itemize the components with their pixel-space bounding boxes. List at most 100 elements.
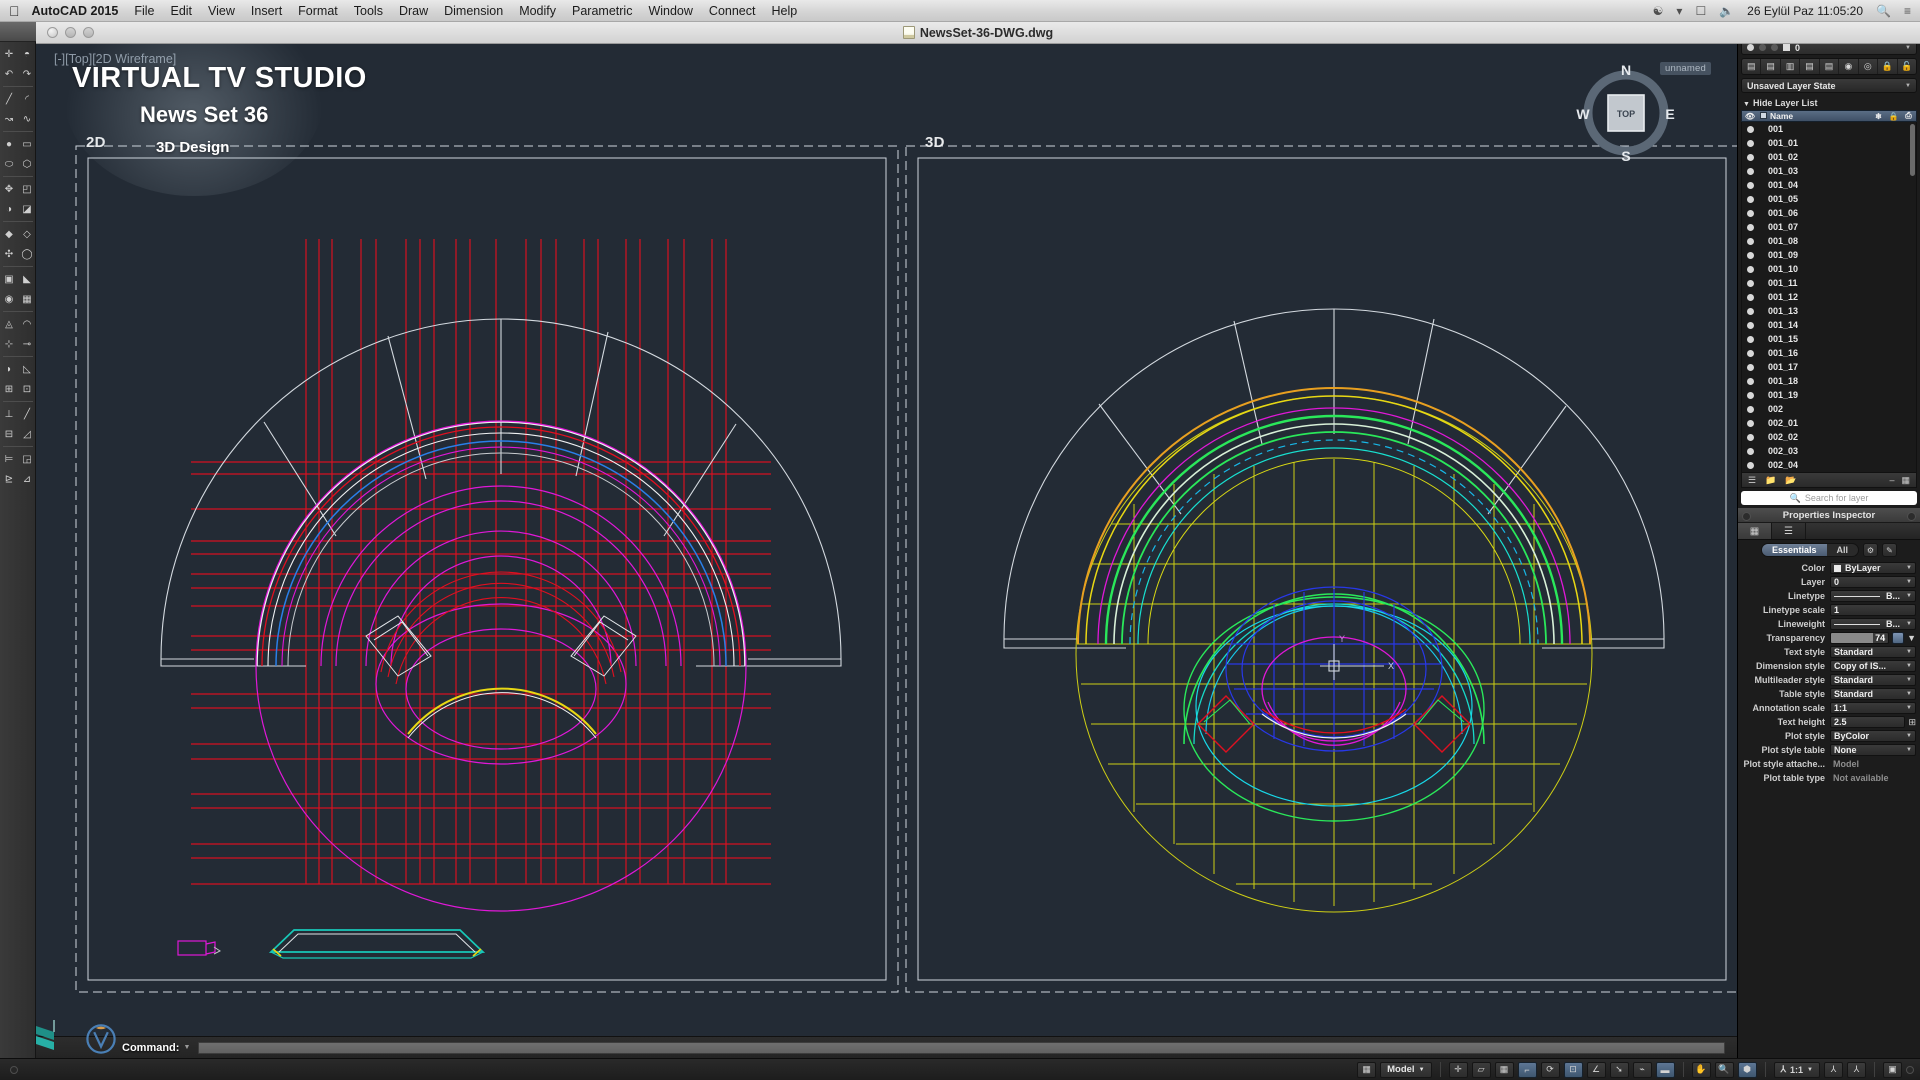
menu-modify[interactable]: Modify <box>519 4 556 18</box>
quick-select-icon[interactable]: ⚙ <box>1863 543 1878 557</box>
layer-visibility-toggle[interactable] <box>1747 168 1754 175</box>
snowflake-icon[interactable] <box>1771 44 1778 51</box>
table-row[interactable]: 001_14 <box>1742 318 1916 332</box>
layer-list-footer[interactable]: ☰ 📁 📂 – ▦ <box>1741 472 1917 488</box>
table-row[interactable]: 002_01 <box>1742 416 1916 430</box>
layer-visibility-toggle[interactable] <box>1747 378 1754 385</box>
table-row[interactable]: 001_18 <box>1742 374 1916 388</box>
drawing-canvas[interactable]: [-][Top][2D Wireframe] <box>36 44 1737 1036</box>
layer-visibility-toggle[interactable] <box>1747 420 1754 427</box>
layer-list[interactable]: 001001_01001_02001_03001_04001_05001_060… <box>1741 122 1917 472</box>
polar-icon[interactable]: ⟳ <box>1541 1062 1560 1078</box>
layer-visibility-toggle[interactable] <box>1747 140 1754 147</box>
menu-edit[interactable]: Edit <box>170 4 192 18</box>
array-icon[interactable]: ▦ <box>18 289 36 309</box>
table-row[interactable]: 001_17 <box>1742 360 1916 374</box>
table-row[interactable]: 002_03 <box>1742 444 1916 458</box>
layer-visibility-toggle[interactable] <box>1747 462 1754 469</box>
menu-insert[interactable]: Insert <box>251 4 282 18</box>
eye-icon[interactable]: 👁 <box>1742 112 1758 121</box>
group-icon[interactable]: 📁 <box>1765 475 1776 486</box>
line-icon[interactable]: ╱ <box>0 89 18 109</box>
offset-icon[interactable]: ◠ <box>18 314 36 334</box>
layer-visibility-toggle[interactable] <box>1747 266 1754 273</box>
pick-point-icon[interactable]: ✎ <box>1882 543 1897 557</box>
property-value[interactable]: ByLayer▼ <box>1830 562 1916 574</box>
move-icon[interactable]: ✣ <box>0 244 18 264</box>
menu-format[interactable]: Format <box>298 4 338 18</box>
properties-tab[interactable]: ▦ <box>1738 523 1772 539</box>
group-filter-icon[interactable]: 📂 <box>1785 475 1796 486</box>
layer-properties-icon[interactable]: ▤ <box>1742 59 1761 74</box>
layer-visibility-toggle[interactable] <box>1747 154 1754 161</box>
layer-visibility-toggle[interactable] <box>1747 406 1754 413</box>
sphere-icon[interactable]: ◉ <box>0 289 18 309</box>
color-swatch-icon[interactable] <box>1783 44 1790 51</box>
layer-list-scrollbar[interactable] <box>1910 124 1915 176</box>
pan-icon[interactable]: ◓ <box>18 44 36 64</box>
layer-search-field[interactable]: 🔍 Search for layer <box>1741 491 1917 505</box>
property-value[interactable]: ByColor▼ <box>1830 730 1916 742</box>
ellipse-icon[interactable]: ⬭ <box>0 154 18 174</box>
transparency-slider[interactable]: 74 <box>1830 632 1889 644</box>
table-row[interactable]: 001 <box>1742 122 1916 136</box>
property-value[interactable]: B...▼ <box>1830 590 1916 602</box>
table-row[interactable]: 001_04 <box>1742 178 1916 192</box>
otrack-icon[interactable]: ∠ <box>1587 1062 1606 1078</box>
mtext-icon[interactable]: ◲ <box>18 449 36 469</box>
left-toolbar[interactable]: ✛◓↶↷╱◜↝∿●▭⬭⬡✥◰◑◪◆◇✣◯▣◣◉▦◬◠⊹⊸◗◺⊞⊡⊥╱⊟◿⊨◲⊵⊿ <box>0 22 36 1080</box>
layer-visibility-toggle[interactable] <box>1747 224 1754 231</box>
rectangle-icon[interactable]: ▭ <box>18 134 36 154</box>
segment-all[interactable]: All <box>1827 544 1859 556</box>
redo-icon[interactable]: ↷ <box>18 64 36 84</box>
property-value[interactable]: B...▼ <box>1830 618 1916 630</box>
lineweight-icon[interactable]: ▬ <box>1656 1062 1675 1078</box>
list-icon[interactable]: ≡ <box>1904 4 1911 18</box>
table-row[interactable]: 001_06 <box>1742 206 1916 220</box>
transparency-picker-button[interactable] <box>1892 632 1904 644</box>
table-row[interactable]: 002_02 <box>1742 430 1916 444</box>
bluetooth-icon[interactable]: ☯ <box>1653 4 1664 18</box>
table-row[interactable]: 001_11 <box>1742 276 1916 290</box>
orbit-icon[interactable]: ⬢ <box>1738 1062 1757 1078</box>
table-row[interactable]: 001_02 <box>1742 150 1916 164</box>
chamfer-icon[interactable]: ◺ <box>18 359 36 379</box>
chevron-down-icon[interactable]: ▼ <box>1905 45 1911 51</box>
hide-layer-list-toggle[interactable]: ▼Hide Layer List <box>1738 96 1920 110</box>
layer-visibility-toggle[interactable] <box>1747 238 1754 245</box>
wedge-icon[interactable]: ◣ <box>18 269 36 289</box>
annotation-visibility-icon[interactable]: ⅄ <box>1824 1062 1843 1078</box>
table-row[interactable]: 001_15 <box>1742 332 1916 346</box>
chevron-down-icon[interactable]: ▼ <box>1906 621 1912 627</box>
ortho-icon[interactable]: ⌐ <box>1518 1062 1537 1078</box>
table-row[interactable]: 002_04 <box>1742 458 1916 472</box>
layer-visibility-toggle[interactable] <box>1747 252 1754 259</box>
layer-manager-icon[interactable]: ☰ <box>1748 475 1756 486</box>
chevron-down-icon[interactable]: ▼ <box>1419 1067 1425 1073</box>
pan-icon[interactable]: ✋ <box>1692 1062 1711 1078</box>
layer-visibility-toggle[interactable] <box>1747 434 1754 441</box>
table-row[interactable]: 002 <box>1742 402 1916 416</box>
chevron-down-icon[interactable]: ▼ <box>1907 633 1916 643</box>
menu-draw[interactable]: Draw <box>399 4 428 18</box>
polyline-icon[interactable]: ↝ <box>0 109 18 129</box>
chevron-down-icon[interactable]: ▼ <box>1906 747 1912 753</box>
dyn-icon[interactable]: ⌁ <box>1633 1062 1652 1078</box>
layer-visibility-toggle[interactable] <box>1747 182 1754 189</box>
toolbar-handle[interactable] <box>0 22 36 42</box>
columns-icon[interactable]: ▦ <box>1901 475 1910 486</box>
extrude-icon[interactable]: ◰ <box>18 179 36 199</box>
annotation-auto-icon[interactable]: ⅄ <box>1847 1062 1866 1078</box>
spline-icon[interactable]: ∿ <box>18 109 36 129</box>
layer-visibility-toggle[interactable] <box>1747 294 1754 301</box>
text-height-picker-icon[interactable]: ⊞ <box>1908 717 1916 728</box>
table-row[interactable]: 001_12 <box>1742 290 1916 304</box>
block-icon[interactable]: ⊞ <box>0 379 18 399</box>
layer-unlock-icon[interactable]: 🔓 <box>1898 59 1916 74</box>
sweep-icon[interactable]: ◪ <box>18 199 36 219</box>
properties-segment-control[interactable]: Essentials All ⚙ ✎ <box>1738 540 1920 561</box>
status-bar[interactable]: ▦Model▼✛▱▦⌐⟳⊡∠➘⌁▬✋🔍⬢⅄1:1▼⅄⅄▣ <box>0 1058 1920 1080</box>
model-space-selector[interactable]: Model▼ <box>1380 1062 1431 1078</box>
osnap-icon[interactable]: ⊡ <box>1564 1062 1583 1078</box>
chevron-down-icon[interactable]: ▼ <box>1906 663 1912 669</box>
